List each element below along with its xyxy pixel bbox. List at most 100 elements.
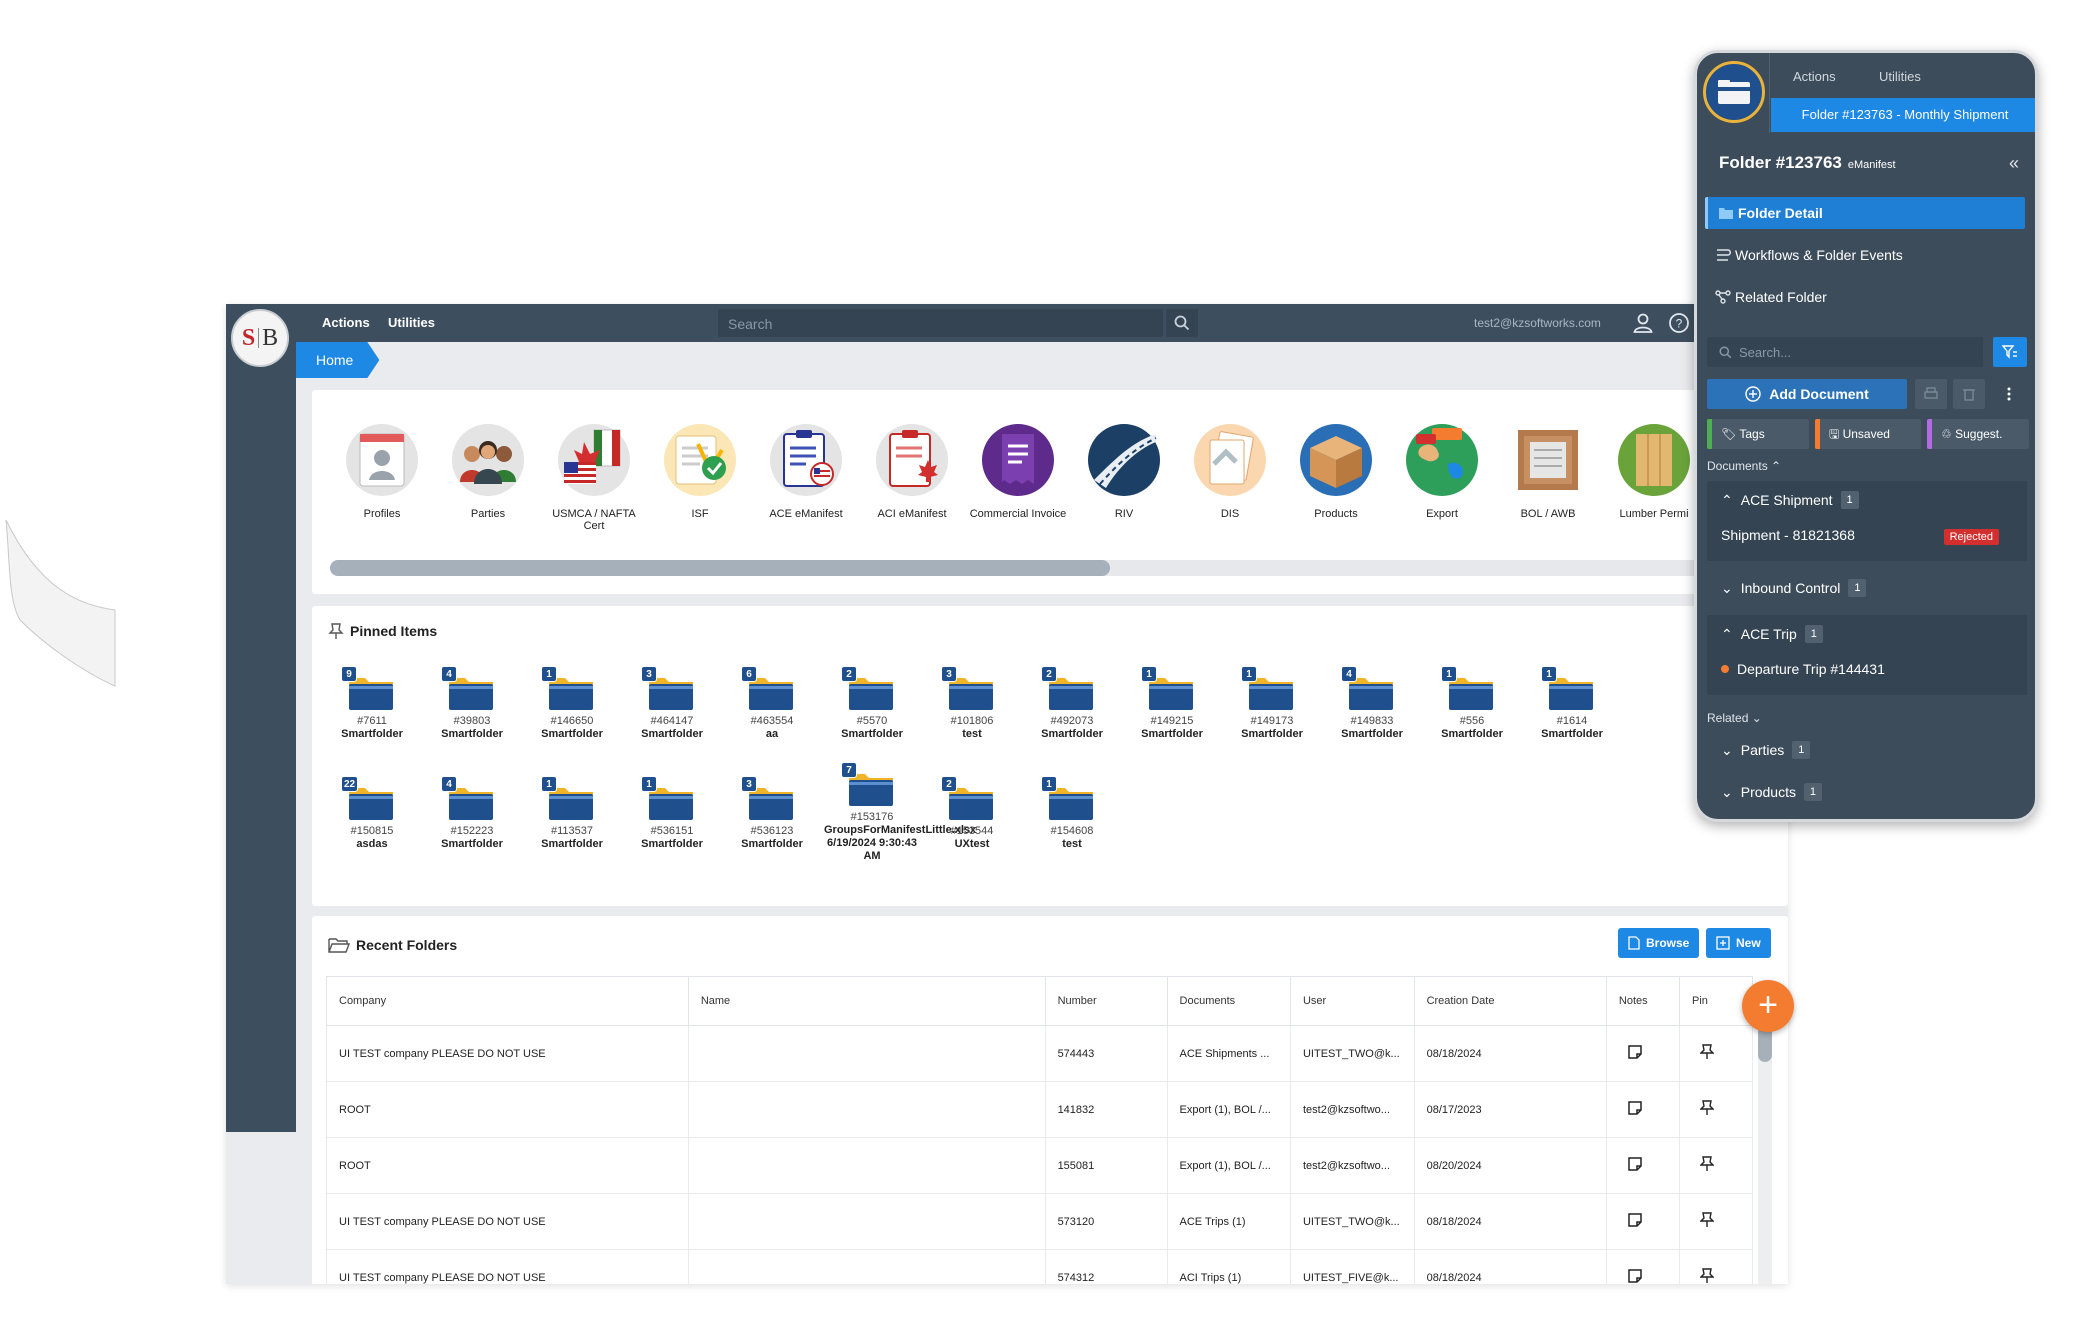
group-header[interactable]: ⌄ Inbound Control 1: [1721, 579, 1867, 597]
folder-count-badge: 6: [741, 666, 757, 682]
module-usmca[interactable]: USMCA / NAFTA Cert: [544, 420, 644, 532]
pinned-folder-item[interactable]: 2 #5570 Smartfolder: [824, 666, 920, 741]
pinned-folder-item[interactable]: 4 #152223 Smartfolder: [424, 776, 520, 851]
pin-icon[interactable]: [1699, 1156, 1715, 1172]
module-parties[interactable]: Parties: [438, 420, 538, 520]
scrollbar-thumb[interactable]: [330, 560, 1110, 576]
suggest-chip[interactable]: ♲︎ Suggest.: [1927, 419, 2029, 449]
breadcrumb-home[interactable]: Home: [296, 342, 379, 378]
folder-name: Smartfolder: [1141, 728, 1203, 740]
document-item[interactable]: Shipment - 81821368 Rejected: [1721, 527, 2013, 551]
table-row[interactable]: UI TEST company PLEASE DO NOT USE 574312 A…: [326, 1249, 1753, 1284]
pin-icon[interactable]: [1699, 1044, 1715, 1060]
browse-label: Browse: [1646, 936, 1690, 950]
pinned-folder-item[interactable]: 1 #113537 Smartfolder: [524, 776, 620, 851]
pinned-folder-item[interactable]: 2 #492073 Smartfolder: [1024, 666, 1120, 741]
module-lumber[interactable]: Lumber Permi: [1604, 420, 1704, 520]
modules-scrollbar[interactable]: [330, 560, 1788, 576]
pinned-folder-item[interactable]: 1 #149215 Smartfolder: [1124, 666, 1220, 741]
pinned-folder-item[interactable]: 4 #149833 Smartfolder: [1324, 666, 1420, 741]
pin-icon[interactable]: [1699, 1212, 1715, 1228]
group-header[interactable]: ⌄ Parties 1: [1721, 741, 1811, 759]
filter-button[interactable]: [1993, 337, 2027, 367]
module-products[interactable]: Products: [1286, 420, 1386, 520]
note-icon[interactable]: [1627, 1100, 1643, 1116]
module-export[interactable]: Export: [1392, 420, 1492, 520]
group-header[interactable]: ⌃ ACE Shipment 1: [1721, 491, 1859, 509]
pinned-folder-item[interactable]: 4 #39803 Smartfolder: [424, 666, 520, 741]
module-riv[interactable]: RIV: [1074, 420, 1174, 520]
module-isf[interactable]: ISF: [650, 420, 750, 520]
note-icon[interactable]: [1627, 1212, 1643, 1228]
help-button[interactable]: ?: [1666, 310, 1692, 336]
pinned-folder-item[interactable]: 3 #464147 Smartfolder: [624, 666, 720, 741]
table-row[interactable]: UI TEST company PLEASE DO NOT USE 574443 A…: [326, 1025, 1753, 1082]
column-header[interactable]: Documents: [1166, 976, 1291, 1026]
table-row[interactable]: ROOT 141832 Export (1), BOL /... test2@kzso…: [326, 1081, 1753, 1138]
table-cell: UI TEST company PLEASE DO NOT USE: [326, 1249, 689, 1284]
document-search-input[interactable]: Search...: [1707, 337, 1983, 367]
group-header[interactable]: ⌄ Products 1: [1721, 783, 1822, 801]
nav-workflows[interactable]: Workflows & Folder Events: [1705, 239, 2025, 271]
related-section-header[interactable]: Related ⌄: [1707, 711, 1762, 725]
user-profile-button[interactable]: [1630, 310, 1656, 336]
new-label: New: [1736, 936, 1761, 950]
module-dis[interactable]: DIS: [1180, 420, 1280, 520]
pinned-folder-item[interactable]: 2 #153544 UXtest: [924, 776, 1020, 851]
pinned-folder-item[interactable]: 6 #463554 aa: [724, 666, 820, 741]
documents-section-header[interactable]: Documents ⌃: [1707, 459, 1781, 473]
tab-folder-123763[interactable]: Folder #123763 - Monthly Shipment: [1771, 98, 2035, 132]
pinned-folder-item[interactable]: 3 #536123 Smartfolder: [724, 776, 820, 851]
browse-button[interactable]: Browse: [1618, 928, 1700, 958]
module-profiles[interactable]: Profiles: [332, 420, 432, 520]
add-document-button[interactable]: Add Document: [1707, 379, 1907, 409]
table-row[interactable]: ROOT 155081 Export (1), BOL /... test2@kzso…: [326, 1137, 1753, 1194]
print-button[interactable]: [1915, 379, 1947, 409]
column-header[interactable]: Number: [1044, 976, 1168, 1026]
note-icon[interactable]: [1627, 1044, 1643, 1060]
pinned-folder-item[interactable]: 1 #146650 Smartfolder: [524, 666, 620, 741]
sb-logo[interactable]: SB: [231, 309, 289, 367]
panel-utilities-menu[interactable]: Utilities: [1879, 69, 1921, 84]
global-search-input[interactable]: Search: [718, 309, 1163, 337]
module-aci-emanifest[interactable]: ACI eManifest: [862, 420, 962, 520]
utilities-menu[interactable]: Utilities: [388, 315, 435, 330]
column-header[interactable]: Company: [326, 976, 689, 1026]
pin-icon[interactable]: [1699, 1268, 1715, 1284]
folder-count-badge: 2: [941, 776, 957, 792]
add-fab-button[interactable]: +: [1742, 980, 1794, 1032]
actions-menu[interactable]: Actions: [322, 315, 370, 330]
table-scrollbar[interactable]: [1758, 1016, 1772, 1284]
pinned-folder-item[interactable]: 1 #154608 test: [1024, 776, 1120, 851]
pinned-folder-item[interactable]: 1 #1614 Smartfolder: [1524, 666, 1620, 741]
pinned-folder-item[interactable]: 3 #101806 test: [924, 666, 1020, 741]
search-button[interactable]: [1166, 309, 1198, 337]
module-commercial-invoice[interactable]: Commercial Invoice: [968, 420, 1068, 520]
delete-button[interactable]: [1953, 379, 1985, 409]
group-header[interactable]: ⌃ ACE Trip 1: [1721, 625, 1823, 643]
pin-icon[interactable]: [1699, 1100, 1715, 1116]
tags-chip[interactable]: 🏷︎ Tags: [1707, 419, 1809, 449]
panel-actions-menu[interactable]: Actions: [1793, 69, 1836, 84]
note-icon[interactable]: [1627, 1156, 1643, 1172]
table-row[interactable]: UI TEST company PLEASE DO NOT USE 573120 A…: [326, 1193, 1753, 1250]
column-header[interactable]: User: [1289, 976, 1415, 1026]
column-header[interactable]: Name: [687, 976, 1046, 1026]
module-bol-awb[interactable]: BOL / AWB: [1498, 420, 1598, 520]
pinned-folder-item[interactable]: 7 #153176 GroupsForManifestLittle.xlsx 6/1…: [824, 762, 976, 863]
pinned-folder-item[interactable]: 1 #556 Smartfolder: [1424, 666, 1520, 741]
unsaved-chip[interactable]: 🖫︎ Unsaved: [1815, 419, 1921, 449]
pinned-folder-item[interactable]: 22 #150815 asdas: [324, 776, 420, 851]
more-options-button[interactable]: [1993, 379, 2025, 409]
pinned-folder-item[interactable]: 1 #536151 Smartfolder: [624, 776, 720, 851]
column-header[interactable]: Creation Date: [1413, 976, 1607, 1026]
collapse-panel-icon[interactable]: «: [2009, 153, 2019, 174]
new-folder-button[interactable]: New: [1706, 928, 1771, 958]
module-ace-emanifest[interactable]: ACE eManifest: [756, 420, 856, 520]
nav-folder-detail[interactable]: Folder Detail: [1705, 197, 2025, 229]
document-item[interactable]: Departure Trip #144431: [1721, 661, 1885, 677]
note-icon[interactable]: [1627, 1268, 1643, 1284]
pinned-folder-item[interactable]: 9 #7611 Smartfolder: [324, 666, 420, 741]
pinned-folder-item[interactable]: 1 #149173 Smartfolder: [1224, 666, 1320, 741]
nav-related-folder[interactable]: Related Folder: [1705, 281, 2025, 313]
